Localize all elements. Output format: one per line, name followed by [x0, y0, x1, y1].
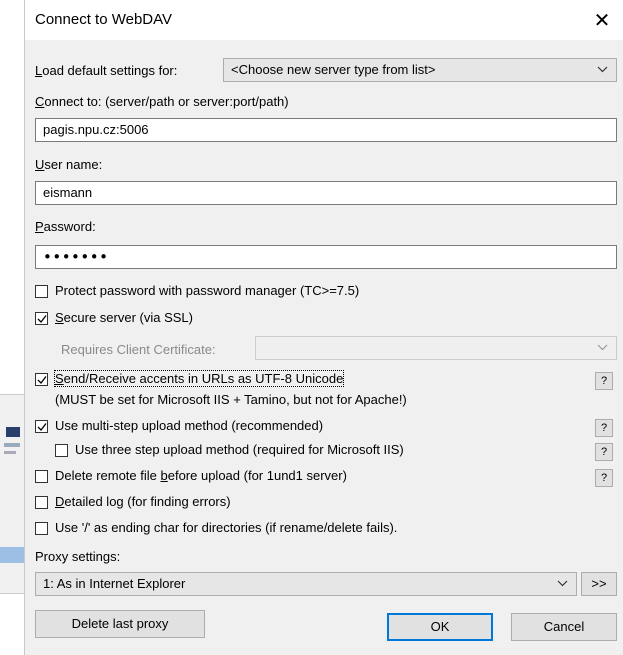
proxy-more-button[interactable]: >> — [581, 572, 617, 596]
ending-char-label: Use '/' as ending char for directories (… — [55, 520, 398, 535]
client-certificate-dropdown[interactable] — [255, 336, 617, 360]
ending-char-checkbox[interactable] — [35, 522, 48, 535]
multistep-checkbox[interactable] — [35, 420, 48, 433]
secure-server-checkbox[interactable] — [35, 312, 48, 325]
protect-password-label: Protect password with password manager (… — [55, 283, 360, 298]
proxy-value: 1: As in Internet Explorer — [43, 576, 186, 591]
background-text-mark — [4, 451, 16, 454]
user-name-input[interactable]: eismann — [35, 181, 617, 205]
protect-password-checkbox[interactable] — [35, 285, 48, 298]
multistep-help-button[interactable]: ? — [595, 419, 613, 437]
multistep-label: Use multi-step upload method (recommende… — [55, 418, 324, 433]
proxy-dropdown[interactable]: 1: As in Internet Explorer — [35, 572, 577, 596]
threestep-help-button[interactable]: ? — [595, 443, 613, 461]
background-text-mark — [4, 443, 20, 447]
background-logo-mark — [6, 427, 20, 437]
chevron-down-icon — [557, 573, 568, 595]
delete-remote-checkbox[interactable] — [35, 470, 48, 483]
utf8-note: (MUST be set for Microsoft IIS + Tamino,… — [55, 392, 407, 407]
utf8-checkbox[interactable] — [35, 373, 48, 386]
title-bar: Connect to WebDAV ✕ — [25, 0, 623, 40]
delete-remote-help-button[interactable]: ? — [595, 469, 613, 487]
server-type-dropdown[interactable]: <Choose new server type from list> — [223, 58, 617, 82]
checkmark-icon — [37, 376, 47, 384]
proxy-settings-label: Proxy settings: — [35, 549, 121, 564]
detailed-log-checkbox[interactable] — [35, 496, 48, 509]
checkmark-icon — [37, 315, 47, 323]
chevron-down-icon — [597, 59, 608, 81]
threestep-checkbox[interactable] — [55, 444, 68, 457]
close-icon[interactable]: ✕ — [587, 6, 617, 34]
window-title: Connect to WebDAV — [35, 11, 173, 28]
user-name-label: User name: — [35, 157, 103, 172]
threestep-label: Use three step upload method (required f… — [75, 442, 404, 457]
delete-last-proxy-button[interactable]: Delete last proxy — [35, 610, 205, 638]
client-certificate-label: Requires Client Certificate: — [61, 342, 216, 357]
server-path-input[interactable]: pagis.npu.cz:5006 — [35, 118, 617, 142]
cancel-button[interactable]: Cancel — [511, 613, 617, 641]
utf8-label: Send/Receive accents in URLs as UTF-8 Un… — [53, 370, 345, 387]
chevron-down-icon — [597, 337, 608, 359]
webdav-dialog: Connect to WebDAV ✕ Load default setting… — [24, 0, 623, 655]
password-label: Password: — [35, 219, 96, 234]
load-defaults-label: Load default settings for: — [35, 63, 178, 78]
connect-to-label: Connect to: (server/path or server:port/… — [35, 94, 289, 109]
checkmark-icon — [37, 423, 47, 431]
detailed-log-label: Detailed log (for finding errors) — [55, 494, 231, 509]
delete-remote-label: Delete remote file before upload (for 1u… — [55, 468, 347, 483]
utf8-help-button[interactable]: ? — [595, 372, 613, 390]
password-input[interactable]: ••••••• — [35, 245, 617, 269]
ok-button[interactable]: OK — [387, 613, 493, 641]
background-thumbnail — [0, 394, 24, 594]
background-selection — [0, 547, 24, 563]
server-type-value: <Choose new server type from list> — [231, 62, 436, 77]
secure-server-label: Secure server (via SSL) — [55, 310, 193, 325]
